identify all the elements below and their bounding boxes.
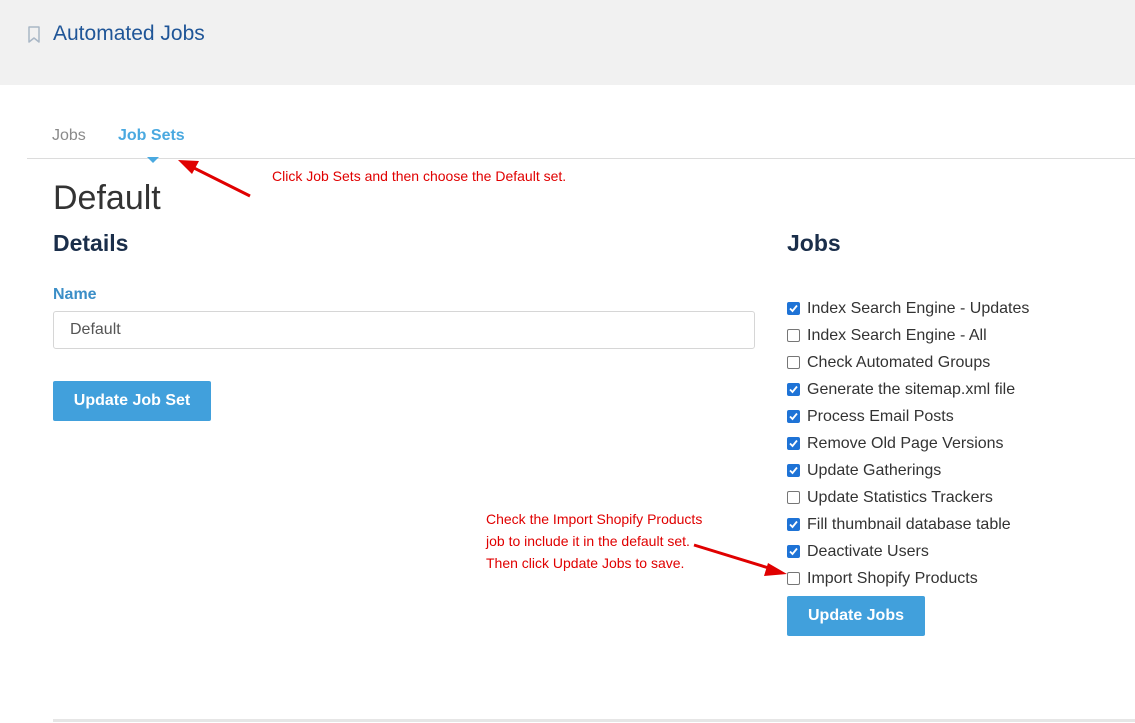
active-tab-indicator — [147, 157, 159, 163]
bookmark-icon — [28, 26, 40, 43]
job-list: Index Search Engine - Updates Index Searc… — [787, 295, 1029, 592]
job-label: Import Shopify Products — [807, 569, 978, 587]
job-item[interactable]: Index Search Engine - All — [787, 322, 1029, 349]
details-heading: Details — [53, 230, 129, 256]
tab-jobs[interactable]: Jobs — [52, 127, 86, 145]
job-label: Generate the sitemap.xml file — [807, 380, 1016, 398]
job-checkbox[interactable] — [787, 356, 800, 369]
job-item[interactable]: Remove Old Page Versions — [787, 430, 1029, 457]
job-checkbox[interactable] — [787, 545, 800, 558]
job-item[interactable]: Index Search Engine - Updates — [787, 295, 1029, 322]
annotation-import-note: Check the Import Shopify Products job to… — [486, 508, 716, 574]
job-checkbox[interactable] — [787, 410, 800, 423]
job-item[interactable]: Deactivate Users — [787, 538, 1029, 565]
job-item[interactable]: Process Email Posts — [787, 403, 1029, 430]
job-label: Index Search Engine - All — [807, 326, 987, 344]
name-label: Name — [53, 286, 97, 303]
job-item[interactable]: Update Statistics Trackers — [787, 484, 1029, 511]
job-checkbox[interactable] — [787, 383, 800, 396]
job-checkbox[interactable] — [787, 437, 800, 450]
app-title: Automated Jobs — [53, 22, 205, 45]
tab-job-sets[interactable]: Job Sets — [118, 127, 185, 145]
job-label: Remove Old Page Versions — [807, 434, 1004, 452]
job-checkbox[interactable] — [787, 302, 800, 315]
job-checkbox[interactable] — [787, 329, 800, 342]
annotation-import-line: Then click Update Jobs to save. — [486, 555, 685, 571]
tab-bar: Jobs Job Sets — [27, 118, 1135, 163]
annotation-tab-note: Click Job Sets and then choose the Defau… — [272, 168, 567, 184]
header-bar: Automated Jobs — [0, 0, 1135, 85]
page-title: Default — [53, 179, 161, 217]
job-label: Process Email Posts — [807, 407, 954, 425]
job-item[interactable]: Check Automated Groups — [787, 349, 1029, 376]
job-item[interactable]: Generate the sitemap.xml file — [787, 376, 1029, 403]
update-job-set-button[interactable]: Update Job Set — [53, 381, 211, 421]
job-checkbox[interactable] — [787, 491, 800, 504]
job-item[interactable]: Update Gatherings — [787, 457, 1029, 484]
jobs-heading: Jobs — [787, 230, 841, 256]
job-checkbox[interactable] — [787, 518, 800, 531]
job-item[interactable]: Fill thumbnail database table — [787, 511, 1029, 538]
job-label: Fill thumbnail database table — [807, 515, 1011, 533]
job-checkbox[interactable] — [787, 572, 800, 585]
annotation-import-line: job to include it in the default set. — [486, 533, 690, 549]
job-label: Deactivate Users — [807, 542, 929, 560]
arrow-to-job-sets-tab — [178, 160, 251, 198]
update-jobs-button[interactable]: Update Jobs — [787, 596, 925, 636]
job-checkbox[interactable] — [787, 464, 800, 477]
name-input[interactable] — [53, 311, 755, 349]
job-label: Update Statistics Trackers — [807, 488, 993, 506]
footer-divider — [53, 719, 1135, 722]
annotation-import-line: Check the Import Shopify Products — [486, 511, 703, 527]
job-label: Update Gatherings — [807, 461, 942, 479]
job-item[interactable]: Import Shopify Products — [787, 565, 1029, 592]
job-label: Index Search Engine - Updates — [807, 299, 1030, 317]
job-label: Check Automated Groups — [807, 353, 991, 371]
